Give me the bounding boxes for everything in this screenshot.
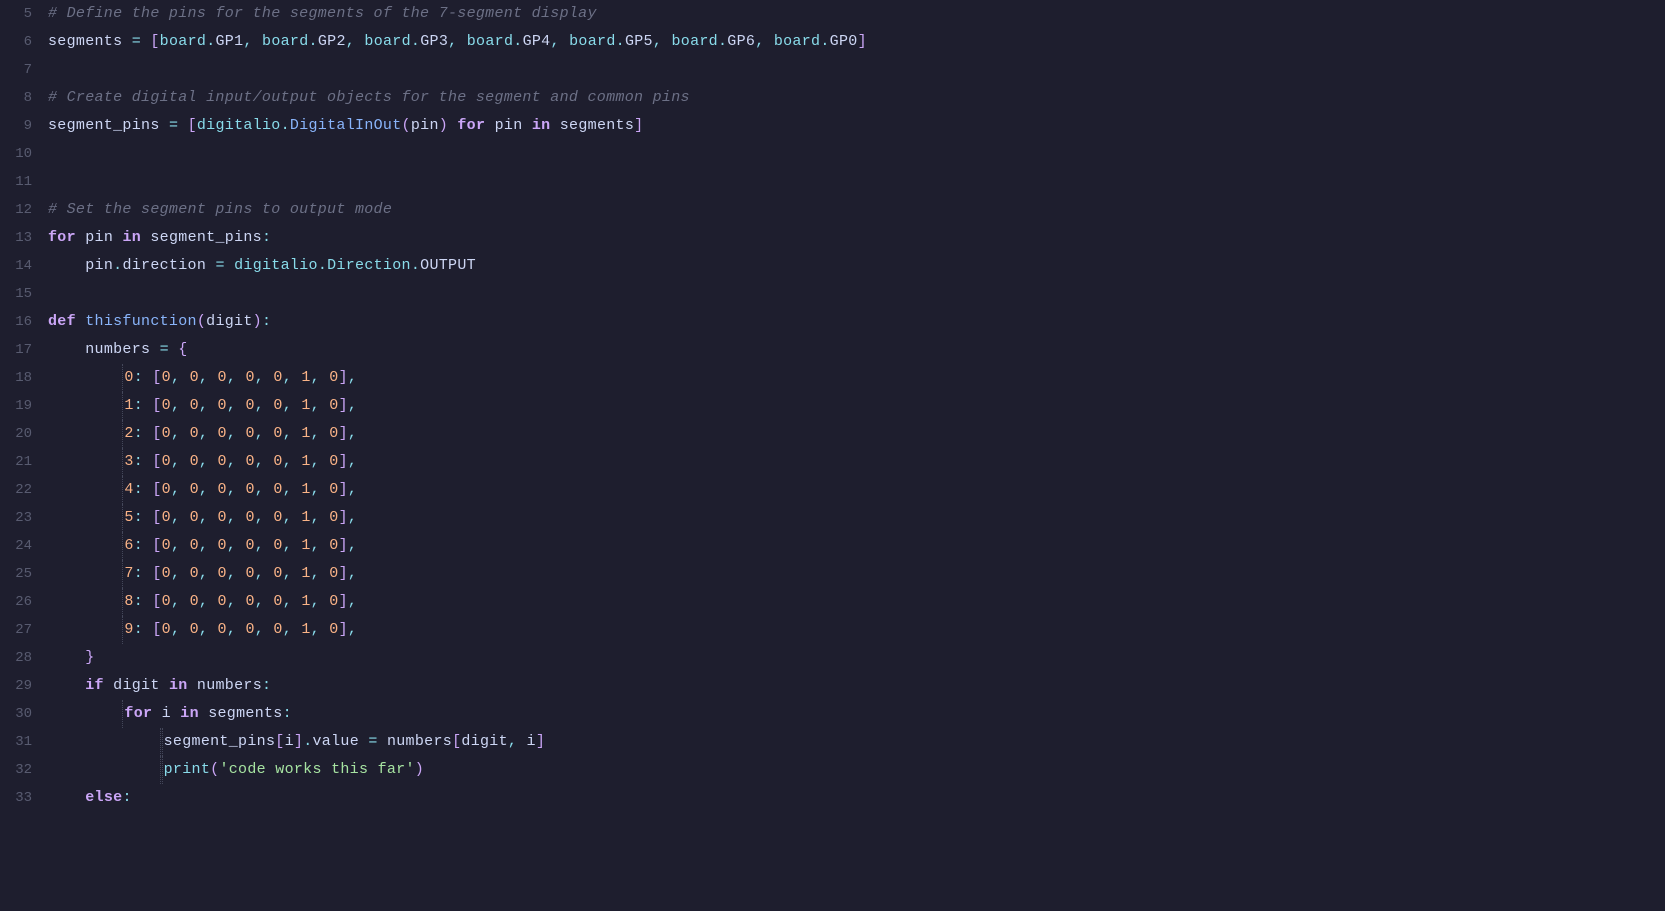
line-num-13: 13 xyxy=(0,224,48,252)
line-content-25: 7: [0, 0, 0, 0, 0, 1, 0], xyxy=(48,560,1665,588)
line-content-8: # Create digital input/output objects fo… xyxy=(48,84,1665,112)
code-line-18: 18 0: [0, 0, 0, 0, 0, 1, 0], xyxy=(0,364,1665,392)
code-line-25: 25 7: [0, 0, 0, 0, 0, 1, 0], xyxy=(0,560,1665,588)
code-line-30: 30 for i in segments: xyxy=(0,700,1665,728)
line-content-13: for pin in segment_pins: xyxy=(48,224,1665,252)
line-content-19: 1: [0, 0, 0, 0, 0, 1, 0], xyxy=(48,392,1665,420)
line-content-22: 4: [0, 0, 0, 0, 0, 1, 0], xyxy=(48,476,1665,504)
code-line-13: 13 for pin in segment_pins: xyxy=(0,224,1665,252)
code-line-17: 17 numbers = { xyxy=(0,336,1665,364)
line-num-25: 25 xyxy=(0,560,48,588)
line-content-31: segment_pins[i].value = numbers[digit, i… xyxy=(48,728,1665,756)
code-line-23: 23 5: [0, 0, 0, 0, 0, 1, 0], xyxy=(0,504,1665,532)
line-num-18: 18 xyxy=(0,364,48,392)
line-content-6: segments = [board.GP1, board.GP2, board.… xyxy=(48,28,1665,56)
line-num-12: 12 xyxy=(0,196,48,224)
line-num-30: 30 xyxy=(0,700,48,728)
line-num-17: 17 xyxy=(0,336,48,364)
code-line-33: 33 else: xyxy=(0,784,1665,812)
line-num-23: 23 xyxy=(0,504,48,532)
line-num-11: 11 xyxy=(0,168,48,196)
line-num-31: 31 xyxy=(0,728,48,756)
code-line-8: 8 # Create digital input/output objects … xyxy=(0,84,1665,112)
code-line-14: 14 pin.direction = digitalio.Direction.O… xyxy=(0,252,1665,280)
line-content-24: 6: [0, 0, 0, 0, 0, 1, 0], xyxy=(48,532,1665,560)
line-num-8: 8 xyxy=(0,84,48,112)
code-line-5: 5 # Define the pins for the segments of … xyxy=(0,0,1665,28)
line-content-16: def thisfunction(digit): xyxy=(48,308,1665,336)
line-num-10: 10 xyxy=(0,140,48,168)
line-content-10 xyxy=(48,140,1665,168)
line-num-33: 33 xyxy=(0,784,48,812)
line-content-30: for i in segments: xyxy=(48,700,1665,728)
line-num-24: 24 xyxy=(0,532,48,560)
line-num-28: 28 xyxy=(0,644,48,672)
code-line-15: 15 xyxy=(0,280,1665,308)
code-line-21: 21 3: [0, 0, 0, 0, 0, 1, 0], xyxy=(0,448,1665,476)
code-line-27: 27 9: [0, 0, 0, 0, 0, 1, 0], xyxy=(0,616,1665,644)
code-line-11: 11 xyxy=(0,168,1665,196)
code-line-9: 9 segment_pins = [digitalio.DigitalInOut… xyxy=(0,112,1665,140)
line-num-26: 26 xyxy=(0,588,48,616)
code-line-12: 12 # Set the segment pins to output mode xyxy=(0,196,1665,224)
line-num-21: 21 xyxy=(0,448,48,476)
code-line-19: 19 1: [0, 0, 0, 0, 0, 1, 0], xyxy=(0,392,1665,420)
code-editor: 5 # Define the pins for the segments of … xyxy=(0,0,1665,911)
code-line-20: 20 2: [0, 0, 0, 0, 0, 1, 0], xyxy=(0,420,1665,448)
line-content-29: if digit in numbers: xyxy=(48,672,1665,700)
line-content-33: else: xyxy=(48,784,1665,812)
code-line-16: 16 def thisfunction(digit): xyxy=(0,308,1665,336)
line-content-17: numbers = { xyxy=(48,336,1665,364)
code-line-32: 32 print('code works this far') xyxy=(0,756,1665,784)
line-content-5: # Define the pins for the segments of th… xyxy=(48,0,1665,28)
line-content-15 xyxy=(48,280,1665,308)
code-line-29: 29 if digit in numbers: xyxy=(0,672,1665,700)
line-num-15: 15 xyxy=(0,280,48,308)
line-content-9: segment_pins = [digitalio.DigitalInOut(p… xyxy=(48,112,1665,140)
line-content-14: pin.direction = digitalio.Direction.OUTP… xyxy=(48,252,1665,280)
code-line-10: 10 xyxy=(0,140,1665,168)
line-content-32: print('code works this far') xyxy=(48,756,1665,784)
line-content-7 xyxy=(48,56,1665,84)
line-num-7: 7 xyxy=(0,56,48,84)
line-num-6: 6 xyxy=(0,28,48,56)
line-content-11 xyxy=(48,168,1665,196)
line-num-19: 19 xyxy=(0,392,48,420)
code-line-31: 31 segment_pins[i].value = numbers[digit… xyxy=(0,728,1665,756)
line-num-29: 29 xyxy=(0,672,48,700)
code-line-24: 24 6: [0, 0, 0, 0, 0, 1, 0], xyxy=(0,532,1665,560)
line-content-27: 9: [0, 0, 0, 0, 0, 1, 0], xyxy=(48,616,1665,644)
line-num-20: 20 xyxy=(0,420,48,448)
code-line-6: 6 segments = [board.GP1, board.GP2, boar… xyxy=(0,28,1665,56)
line-content-26: 8: [0, 0, 0, 0, 0, 1, 0], xyxy=(48,588,1665,616)
line-content-28: } xyxy=(48,644,1665,672)
line-content-23: 5: [0, 0, 0, 0, 0, 1, 0], xyxy=(48,504,1665,532)
code-line-22: 22 4: [0, 0, 0, 0, 0, 1, 0], xyxy=(0,476,1665,504)
line-content-12: # Set the segment pins to output mode xyxy=(48,196,1665,224)
code-line-28: 28 } xyxy=(0,644,1665,672)
line-num-16: 16 xyxy=(0,308,48,336)
line-num-9: 9 xyxy=(0,112,48,140)
line-num-14: 14 xyxy=(0,252,48,280)
line-num-5: 5 xyxy=(0,0,48,28)
line-content-20: 2: [0, 0, 0, 0, 0, 1, 0], xyxy=(48,420,1665,448)
line-num-32: 32 xyxy=(0,756,48,784)
line-num-27: 27 xyxy=(0,616,48,644)
code-line-7: 7 xyxy=(0,56,1665,84)
line-content-18: 0: [0, 0, 0, 0, 0, 1, 0], xyxy=(48,364,1665,392)
line-num-22: 22 xyxy=(0,476,48,504)
code-line-26: 26 8: [0, 0, 0, 0, 0, 1, 0], xyxy=(0,588,1665,616)
line-content-21: 3: [0, 0, 0, 0, 0, 1, 0], xyxy=(48,448,1665,476)
